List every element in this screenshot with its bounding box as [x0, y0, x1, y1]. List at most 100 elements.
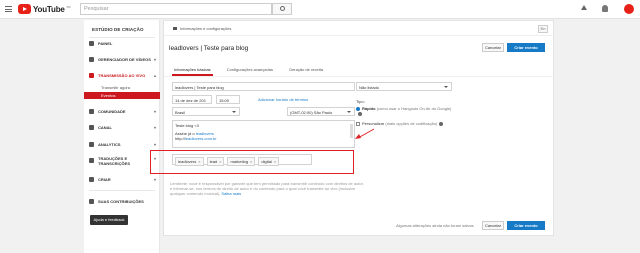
youtube-logo[interactable]: YouTube BR — [18, 4, 71, 14]
time-input[interactable]: 15:00 — [216, 95, 240, 104]
description-textarea[interactable]: Teste blog <3 Assine já o leadlovers htt… — [172, 120, 355, 148]
chevron-up-icon: ▴ — [153, 73, 156, 78]
sidebar-item-label: TRADUÇÕES E TRANSCRIÇÕES — [98, 156, 131, 166]
top-bar: YouTube BR Pesquisar — [0, 0, 640, 19]
note-text: Lembrete: você é responsável por garanti… — [170, 181, 364, 196]
copyright-note: Lembrete: você é responsável por garanti… — [170, 181, 366, 196]
contributions-icon — [89, 199, 94, 204]
chevron-down-icon: ▾ — [153, 177, 156, 182]
title-input[interactable]: leadlovers | Teste para blog — [172, 82, 355, 91]
tag-label: leadlovers — [178, 159, 197, 164]
tag-chip: marketing × — [227, 157, 256, 166]
play-icon — [18, 4, 31, 14]
help-feedback-button[interactable]: Ajuda e feedback — [90, 215, 128, 225]
sidebar-item-label: COMUNIDADE — [98, 109, 126, 114]
sidebar-item-channel[interactable]: CANAL ▾ — [84, 123, 160, 132]
community-icon — [89, 109, 94, 114]
close-icon[interactable]: × — [250, 159, 252, 164]
tab-advanced-settings[interactable]: Configurações avançadas — [225, 67, 275, 76]
unsaved-status: Algumas alterações ainda não foram salva… — [396, 223, 474, 228]
option-label: Rápido — [362, 106, 376, 111]
annotation-arrow — [355, 128, 375, 139]
divider — [164, 35, 555, 36]
bottom-create-event-button[interactable]: Criar evento — [507, 221, 545, 230]
date-input[interactable]: 14 de dez de 201 — [172, 95, 212, 104]
sidebar-item-video-manager[interactable]: GERENCIADOR DE VÍDEOS ▾ — [84, 55, 160, 64]
bottom-cancel-button[interactable]: Cancelar — [482, 221, 504, 230]
help-icon[interactable] — [358, 111, 362, 116]
sidebar-item-label: CANAL — [98, 125, 112, 130]
type-custom-option[interactable]: Personalizar (mais opções de codificação… — [356, 121, 444, 126]
divider — [89, 37, 155, 38]
live-icon — [89, 73, 94, 78]
help-icon[interactable] — [439, 121, 444, 126]
breadcrumb-label: Informações e configurações — [180, 26, 232, 31]
close-icon[interactable]: × — [219, 159, 221, 164]
option-description: (mais opções de codificação) — [385, 121, 438, 126]
sidebar-item-community[interactable]: COMUNIDADE ▾ — [84, 107, 160, 116]
chevron-down-icon: ▾ — [153, 125, 156, 130]
search-button[interactable] — [272, 3, 292, 15]
sidebar-item-label: GERENCIADOR DE VÍDEOS — [98, 57, 151, 62]
language-button[interactable]: En — [538, 25, 548, 33]
sidebar-item-live-streaming[interactable]: TRANSMISSÃO AO VIVO ▴ — [84, 71, 160, 80]
divider — [89, 190, 155, 191]
dashboard-icon — [89, 41, 94, 46]
sidebar-subitem-stream-now[interactable]: Transmitir agora — [84, 84, 160, 91]
description-line: Teste blog <3 — [175, 123, 199, 128]
radio-icon — [356, 106, 360, 111]
option-label: Personalizar — [362, 121, 385, 126]
tab-bar: Informações básicas Configurações avança… — [172, 67, 325, 76]
studio-title: ESTÚDIO DE CRIAÇÃO — [92, 27, 144, 32]
video-manager-icon — [89, 57, 94, 62]
sidebar-item-analytics[interactable]: ANALYTICS ▾ — [84, 140, 160, 149]
sidebar-item-label: SUAS CONTRIBUIÇÕES — [98, 199, 144, 204]
analytics-icon — [89, 142, 94, 147]
tag-label: lead — [209, 159, 218, 164]
timezone-select[interactable]: (GMT-02:00) São Paulo — [287, 107, 355, 116]
chevron-down-icon: ▾ — [153, 109, 156, 114]
channel-icon — [89, 125, 94, 130]
sidebar-item-label: TRANSMISSÃO AO VIVO — [98, 73, 146, 78]
upload-icon[interactable] — [581, 5, 587, 10]
sidebar-item-label: PAINEL — [98, 41, 113, 46]
close-icon[interactable]: × — [274, 159, 276, 164]
chevron-down-icon: ▾ — [153, 142, 156, 147]
sidebar-item-dashboard[interactable]: PAINEL — [84, 39, 160, 48]
learn-more-link[interactable]: Saiba mais — [221, 191, 241, 196]
sidebar-item-contributions[interactable]: SUAS CONTRIBUIÇÕES — [84, 197, 160, 206]
page-title: leadlovers | Teste para blog — [169, 45, 249, 52]
close-icon[interactable]: × — [198, 159, 200, 164]
translations-icon — [89, 158, 94, 163]
tab-monetization[interactable]: Geração de receita — [287, 67, 325, 76]
scrollbar[interactable] — [350, 124, 353, 138]
add-end-time-link[interactable]: Adicionar horário de término — [258, 97, 308, 102]
checkbox-icon — [356, 121, 360, 126]
privacy-select[interactable]: Não listado — [356, 82, 452, 91]
logo-country: BR — [66, 5, 71, 9]
search-icon — [280, 6, 285, 11]
type-quick-option[interactable]: Rápido (como usar o Hangouts On Air do G… — [356, 106, 452, 116]
sidebar-item-create[interactable]: CRIAR ▾ — [84, 175, 160, 184]
type-label: Tipo: — [356, 99, 365, 104]
search-input[interactable]: Pesquisar — [80, 3, 272, 15]
avatar[interactable] — [624, 4, 634, 14]
description-text: http:// — [175, 136, 186, 141]
create-event-button[interactable]: Criar evento — [507, 43, 545, 52]
description-link[interactable]: leadlovers.com.br — [185, 136, 217, 141]
tag-chip: lead × — [206, 157, 225, 166]
chevron-down-icon: ▾ — [153, 57, 156, 62]
description-line: http://leadlovers.com.br — [175, 136, 352, 141]
cancel-button[interactable]: Cancelar — [482, 43, 504, 52]
country-select[interactable]: Brasil — [172, 107, 240, 116]
menu-icon[interactable] — [5, 6, 12, 12]
tags-input[interactable]: leadlovers × lead × marketing × digital × — [172, 154, 312, 166]
option-description: (como usar o Hangouts On Air do Google) — [376, 106, 452, 111]
tag-label: digital — [261, 159, 272, 164]
sidebar-subitem-events[interactable]: Eventos — [84, 92, 160, 99]
sidebar-item-label: CRIAR — [98, 177, 111, 182]
tab-basic-info[interactable]: Informações básicas — [172, 67, 213, 76]
sidebar-item-translations[interactable]: TRADUÇÕES E TRANSCRIÇÕES ▾ — [84, 156, 160, 167]
breadcrumb: Informações e configurações — [173, 26, 231, 31]
bell-icon[interactable] — [602, 5, 608, 12]
